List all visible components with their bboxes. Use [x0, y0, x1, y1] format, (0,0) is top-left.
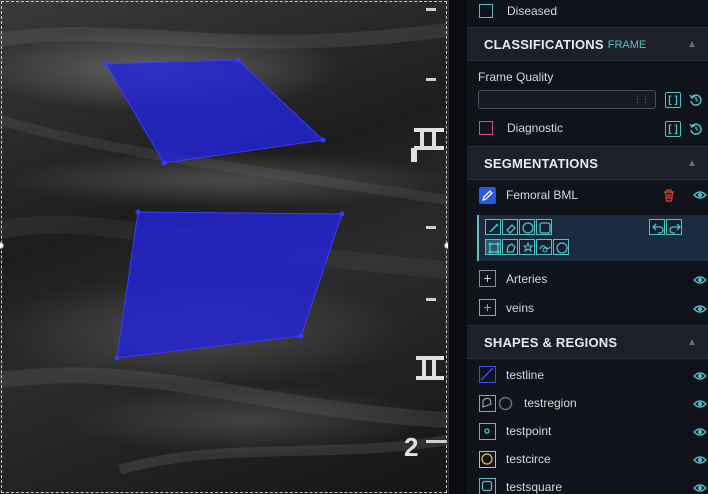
frame-quality-reset-icon[interactable] — [689, 93, 703, 107]
trash-icon[interactable] — [663, 189, 675, 202]
redo-icon[interactable] — [666, 219, 682, 235]
annotation-panel: Diseased CLASSIFICATIONS FRAME ▲ Frame Q… — [448, 0, 708, 494]
diagnostic-reset-icon[interactable] — [689, 122, 703, 136]
veins-label: veins — [506, 301, 535, 315]
classification-item-diseased[interactable]: Diseased — [467, 0, 708, 25]
frame-quality-label: Frame Quality — [478, 70, 554, 84]
undo-icon[interactable] — [649, 219, 665, 235]
testsquare-label: testsquare — [506, 480, 563, 494]
point-shape-icon — [479, 423, 496, 440]
viewer-overlay[interactable]: 2 — [0, 0, 448, 494]
polygon-select-tool-icon[interactable] — [485, 239, 501, 255]
eye-icon[interactable] — [693, 483, 707, 493]
femoral-bml-label: Femoral BML — [506, 188, 579, 202]
eye-icon[interactable] — [693, 455, 707, 465]
testcirce-label: testcirce — [506, 452, 551, 466]
diagnostic-checkbox[interactable] — [479, 121, 493, 135]
diseased-label: Diseased — [507, 4, 558, 18]
eye-icon[interactable] — [693, 399, 707, 409]
line-shape-icon — [479, 366, 496, 383]
arteries-label: Arteries — [506, 272, 548, 286]
lasso-tool-icon[interactable] — [502, 239, 518, 255]
eye-icon[interactable] — [693, 371, 707, 381]
diagnostic-label: Diagnostic — [507, 121, 564, 135]
contour-tool-icon[interactable] — [536, 239, 552, 255]
chevron-up-icon[interactable]: ▲ — [687, 337, 697, 348]
region-circle-icon — [498, 396, 513, 411]
testregion-label: testregion — [524, 396, 577, 410]
frame-quality-bracket-button[interactable]: [ ] — [665, 92, 681, 108]
depth-marker-label: 2 — [404, 432, 418, 462]
square-shape-icon — [479, 478, 496, 494]
segmentation-region-bottom[interactable] — [114, 209, 345, 361]
eye-icon[interactable] — [693, 427, 707, 437]
circle-tool-icon[interactable] — [519, 219, 535, 235]
select-handle-icon: ⋮⋮ — [633, 94, 650, 104]
eye-icon[interactable] — [693, 275, 707, 285]
ellipse-tool-icon[interactable] — [553, 239, 569, 255]
segmentation-tool-palette — [477, 215, 708, 261]
segmentations-section-header[interactable]: SEGMENTATIONS ▲ — [467, 146, 708, 180]
classifications-title: CLASSIFICATIONS — [484, 36, 604, 52]
chevron-up-icon[interactable]: ▲ — [687, 39, 697, 50]
chevron-up-icon[interactable]: ▲ — [687, 158, 697, 169]
add-arteries-icon[interactable]: + — [479, 270, 496, 287]
frame-tag: FRAME — [607, 38, 647, 51]
classifications-section-header[interactable]: CLASSIFICATIONS FRAME ▲ — [467, 27, 708, 61]
diseased-checkbox[interactable] — [479, 4, 493, 18]
testline-label: testline — [506, 368, 545, 382]
brush-tool-icon[interactable] — [485, 219, 501, 235]
image-viewer[interactable]: 2 — [0, 0, 448, 494]
circle-shape-icon — [479, 451, 496, 468]
eraser-tool-icon[interactable] — [502, 219, 518, 235]
region-shape-icon — [479, 395, 496, 412]
frame-quality-select[interactable]: ⋮⋮ — [478, 90, 656, 109]
shapes-regions-title: SHAPES & REGIONS — [484, 334, 618, 350]
shapes-regions-section-header[interactable]: SHAPES & REGIONS ▲ — [467, 325, 708, 359]
pencil-icon — [479, 186, 496, 204]
square-tool-icon[interactable] — [536, 219, 552, 235]
segmentations-title: SEGMENTATIONS — [484, 155, 599, 171]
testpoint-label: testpoint — [506, 424, 552, 438]
panel-gutter — [449, 0, 467, 494]
diagnostic-bracket-button[interactable]: [ ] — [665, 121, 681, 137]
add-veins-icon[interactable]: + — [479, 299, 496, 316]
magic-wand-tool-icon[interactable] — [519, 239, 535, 255]
eye-icon[interactable] — [693, 304, 707, 314]
eye-icon[interactable] — [693, 190, 707, 200]
depth-scale — [411, 8, 446, 443]
